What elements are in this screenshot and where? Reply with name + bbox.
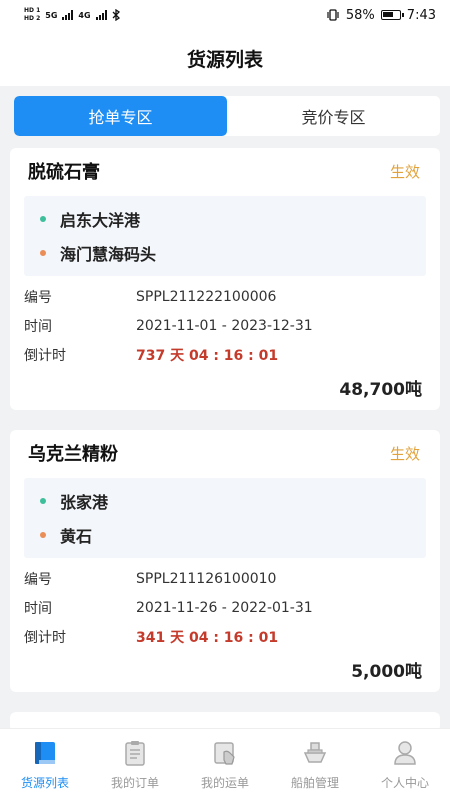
nav-cargo-list[interactable]: 货源列表 (0, 729, 90, 800)
destination-dot-icon (40, 250, 46, 256)
vibrate-icon (327, 9, 339, 21)
destination-port: 海门慧海码头 (60, 245, 157, 264)
network-5g-label: 5G (45, 10, 58, 20)
page-title: 货源列表 (0, 30, 450, 86)
cargo-weight: 48,700吨 (339, 380, 422, 400)
cargo-title: 脱硫石膏 (28, 162, 100, 183)
nav-ship-management[interactable]: 船舶管理 (270, 729, 360, 800)
book-icon (35, 742, 55, 764)
status-bar: HD 1 HD 2 5G 4G 58% 7:43 (0, 0, 450, 30)
nav-label: 船舶管理 (290, 776, 339, 790)
nav-label: 货源列表 (20, 776, 69, 790)
countdown-value: 737 天 04 : 16 : 01 (136, 347, 279, 364)
bottom-nav: 货源列表 我的订单 我的运单 船舶管理 个人中心 (0, 728, 450, 800)
origin-port: 张家港 (60, 493, 109, 512)
route-box: 张家港 黄石 (24, 478, 426, 558)
cargo-weight: 5,000吨 (351, 662, 422, 682)
nav-profile[interactable]: 个人中心 (360, 729, 450, 800)
number-label: 编号 (24, 289, 52, 306)
network-4g-label: 4G (78, 10, 91, 20)
nav-my-waybills[interactable]: 我的运单 (180, 729, 270, 800)
origin-port: 启东大洋港 (60, 211, 141, 230)
time-label: 时间 (24, 600, 52, 617)
hd1-label: HD 1 (24, 7, 41, 14)
origin-dot-icon (40, 216, 46, 222)
countdown-label: 倒计时 (24, 347, 66, 364)
countdown-value: 341 天 04 : 16 : 01 (136, 629, 279, 646)
waybill-icon (214, 742, 235, 765)
cargo-title: 乌克兰精粉 (28, 444, 118, 465)
battery-percent: 58% (345, 7, 375, 23)
clock: 7:43 (406, 7, 436, 23)
route-box: 启东大洋港 海门慧海码头 (24, 196, 426, 276)
cargo-period: 2021-11-01 - 2023-12-31 (136, 317, 313, 334)
nav-label: 我的运单 (200, 776, 249, 790)
signal-icon-2 (95, 10, 107, 20)
nav-label: 个人中心 (380, 776, 429, 790)
cargo-card[interactable]: 乌克兰精粉 生效 张家港 黄石 编号 SPPL211126100010 时间 202… (10, 430, 440, 692)
cargo-number: SPPL211222100006 (136, 288, 277, 305)
ship-icon (303, 742, 327, 763)
cargo-card[interactable]: 脱硫石膏 生效 启东大洋港 海门慧海码头 编号 SPPL211222100006 … (10, 148, 440, 410)
cargo-number: SPPL211126100010 (136, 570, 277, 587)
destination-port: 黄石 (60, 527, 93, 546)
number-label: 编号 (24, 571, 52, 588)
battery-icon (380, 10, 404, 20)
countdown-label: 倒计时 (24, 629, 66, 646)
time-label: 时间 (24, 318, 52, 335)
tab-bidding[interactable]: 竞价专区 (227, 96, 440, 136)
origin-dot-icon (40, 498, 46, 504)
signal-icon (62, 10, 74, 20)
user-icon (394, 741, 416, 765)
hd2-label: HD 2 (24, 15, 41, 22)
nav-label: 我的订单 (110, 776, 159, 790)
cargo-period: 2021-11-26 - 2022-01-31 (136, 599, 313, 616)
tab-bar: 抢单专区 竞价专区 (14, 96, 440, 136)
bluetooth-icon (112, 9, 120, 21)
status-badge: 生效 (389, 162, 420, 181)
destination-dot-icon (40, 532, 46, 538)
clipboard-icon (125, 741, 145, 766)
tab-grab-orders[interactable]: 抢单专区 (14, 96, 227, 136)
status-badge: 生效 (389, 444, 420, 463)
nav-my-orders[interactable]: 我的订单 (90, 729, 180, 800)
